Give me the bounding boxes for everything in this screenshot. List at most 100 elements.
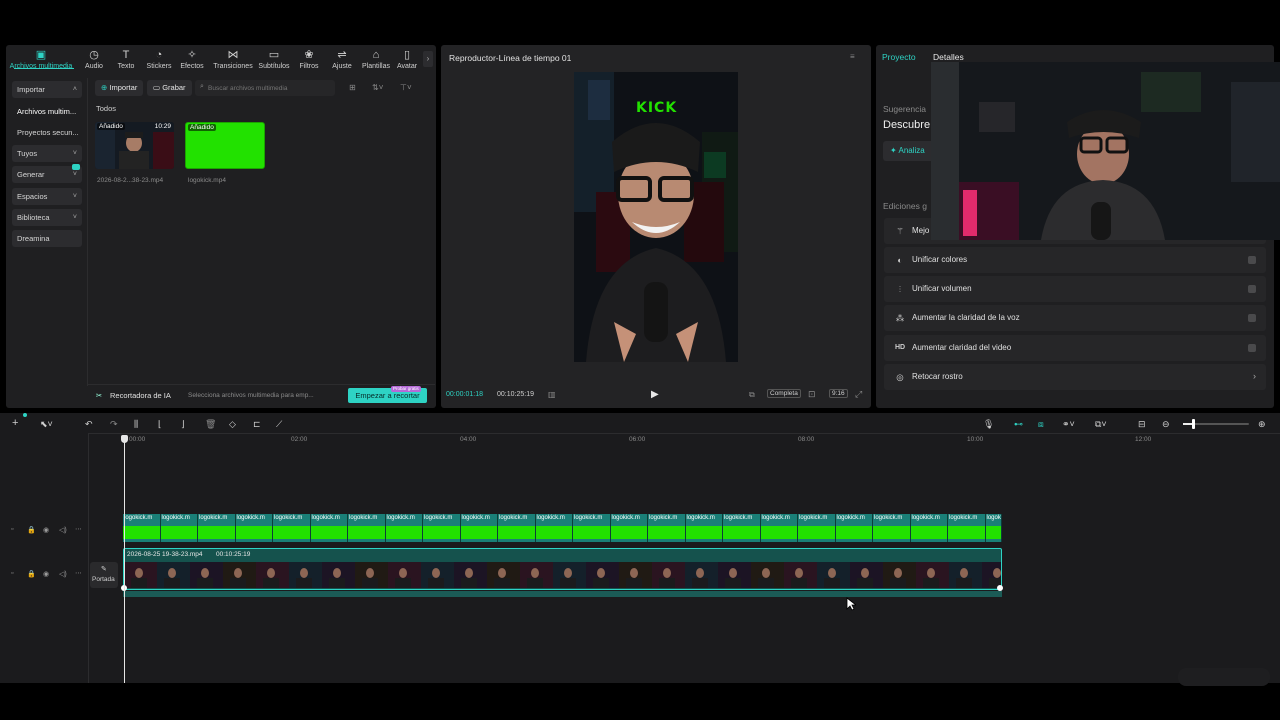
sidebar-item-spaces[interactable]: Espacios ˅ xyxy=(12,188,82,205)
grid-view-icon[interactable]: ⊞ xyxy=(349,83,356,92)
playhead[interactable] xyxy=(124,440,125,683)
snapshot-icon[interactable]: ⊡ xyxy=(808,389,816,400)
overlay-clip-segment[interactable]: logokick.m xyxy=(910,514,948,542)
eye-icon[interactable]: ◉ xyxy=(43,526,49,534)
media-thumb-logokick[interactable]: Añadido xyxy=(185,122,265,169)
media-thumb-video[interactable]: Añadido 10:29 xyxy=(95,122,174,169)
voice-clarity-row[interactable]: ⁂ Aumentar la claridad de la voz xyxy=(884,305,1266,331)
overlay-clip-segment[interactable]: logokick.m xyxy=(385,514,423,542)
voice-clarity-toggle[interactable] xyxy=(1248,314,1256,322)
search-box[interactable]: ⌕ xyxy=(195,80,335,96)
overlay-clip-segment[interactable]: logokick.m xyxy=(535,514,573,542)
record-button[interactable]: ▭ Grabar xyxy=(147,80,192,96)
tab-details[interactable]: Detalles xyxy=(933,52,964,62)
tab-media[interactable]: ▣ Archivos multimedia xyxy=(6,49,76,70)
trim-right-icon[interactable]: ⌋ xyxy=(181,419,185,430)
overlay-clip-segment[interactable]: logokick.m xyxy=(460,514,498,542)
redo-icon[interactable]: ↷ xyxy=(110,419,118,430)
overlay-clip-segment[interactable]: logokick.m xyxy=(610,514,648,542)
overlay-clip-segment[interactable]: logokick.m xyxy=(798,514,836,542)
tab-stickers[interactable]: ◔ Stickers xyxy=(141,49,177,70)
overlay-clip-segment[interactable]: logokick.m xyxy=(685,514,723,542)
overlay-clip-segment[interactable]: logokick.m xyxy=(348,514,386,542)
marker-icon[interactable]: ◇ xyxy=(229,419,236,430)
freeze-icon[interactable]: ⊏ xyxy=(253,419,261,430)
overlay-clip-segment[interactable]: logokick.m xyxy=(873,514,911,542)
snap-icon[interactable]: ⧈ xyxy=(1038,419,1044,430)
sidebar-item-import[interactable]: Importar ˄ xyxy=(12,81,82,98)
tab-project[interactable]: Proyecto xyxy=(882,52,916,62)
cover-button[interactable]: ✎ Portada xyxy=(90,562,118,588)
timeline-view-icon[interactable]: ▥ xyxy=(548,390,556,399)
quality-select[interactable]: Completa xyxy=(767,389,801,398)
tabs-scroll-right-button[interactable]: › xyxy=(423,51,433,67)
overlay-clip-segment[interactable]: logokick.m xyxy=(310,514,348,542)
more-icon[interactable]: ⋯ xyxy=(75,525,82,533)
playhead-handle[interactable] xyxy=(121,435,128,443)
sidebar-item-library[interactable]: Biblioteca ˅ xyxy=(12,209,82,226)
search-input[interactable] xyxy=(208,82,328,94)
tab-text[interactable]: T Texto xyxy=(108,49,144,70)
zoom-slider-handle[interactable] xyxy=(1192,419,1195,429)
overlay-clip-segment[interactable]: logokick.m xyxy=(948,514,986,542)
overlay-clip-segment[interactable]: logokick.m xyxy=(273,514,311,542)
video-clarity-row[interactable]: HD Aumentar claridad del video xyxy=(884,335,1266,361)
overlay-clip-segment[interactable]: logokick.m xyxy=(235,514,273,542)
unify-volume-row[interactable]: ⫶ Unificar volumen xyxy=(884,276,1266,302)
lock-icon[interactable]: 🔒 xyxy=(27,526,36,534)
aspect-ratio-select[interactable]: 9:16 xyxy=(829,389,848,398)
preview-axis-icon[interactable]: ⧉˅ xyxy=(1095,419,1107,430)
zoom-slider[interactable] xyxy=(1183,419,1249,429)
sidebar-item-yours[interactable]: Tuyos ˅ xyxy=(12,145,82,162)
sidebar-item-generate[interactable]: Generar ˅ xyxy=(12,164,82,183)
main-video-clip[interactable]: 2026-08-25 19-38-23.mp4 00:10:25:19 xyxy=(123,548,1002,590)
video-clarity-toggle[interactable] xyxy=(1248,344,1256,352)
split-icon[interactable]: ⫼ xyxy=(134,419,138,430)
tab-templates[interactable]: ⌂ Plantillas xyxy=(358,49,394,70)
overlay-clip-segment[interactable]: logokick.m xyxy=(648,514,686,542)
overlay-clip-segment[interactable]: logok xyxy=(985,514,1002,542)
unify-colors-row[interactable]: ◐ Unificar colores xyxy=(884,247,1266,273)
select-tool-icon[interactable]: ⬉˅ xyxy=(40,419,53,430)
speaker-icon[interactable]: ◁) xyxy=(59,570,67,578)
tab-filters[interactable]: ❀ Filtros xyxy=(291,49,327,70)
unify-colors-toggle[interactable] xyxy=(1248,256,1256,264)
overlay-clip-segment[interactable]: logokick.m xyxy=(498,514,536,542)
fullscreen-icon[interactable]: ⤢ xyxy=(855,389,862,400)
eye-icon[interactable]: ◉ xyxy=(43,570,49,578)
player-menu-icon[interactable]: ≡ xyxy=(850,52,855,61)
tab-subtitles[interactable]: ▭ Subtítulos xyxy=(255,49,293,70)
tab-effects[interactable]: ✧ Efectos xyxy=(174,49,210,70)
delete-icon[interactable]: 🗑 xyxy=(205,419,216,430)
lock-icon[interactable]: 🔒 xyxy=(27,570,36,578)
import-button[interactable]: ⊕ Importar xyxy=(95,80,144,96)
microphone-icon[interactable]: 🎙 xyxy=(983,419,994,430)
play-button[interactable]: ▶ xyxy=(651,389,659,400)
main-track-magnet-icon[interactable]: ⊷ xyxy=(1014,419,1023,430)
tab-transitions[interactable]: ⋈ Transiciones xyxy=(211,49,255,70)
filter-icon[interactable]: ⊤˅ xyxy=(400,83,412,92)
video-preview[interactable]: KICK xyxy=(574,72,738,362)
tab-audio[interactable]: ◷ Audio xyxy=(76,49,112,70)
trim-left-icon[interactable]: ⌊ xyxy=(158,419,162,430)
track-toggle-icon[interactable]: ▫ xyxy=(11,570,13,577)
auto-edit-icon[interactable]: ⟋ xyxy=(276,419,282,430)
zoom-out-icon[interactable]: ⊖ xyxy=(1162,419,1170,430)
overlay-clip-segment[interactable]: logokick.m xyxy=(160,514,198,542)
overlay-clip-segment[interactable]: logokick.m xyxy=(760,514,798,542)
tab-adjust[interactable]: ⇌ Ajuste xyxy=(324,49,360,70)
more-icon[interactable]: ⋯ xyxy=(75,569,82,577)
add-track-icon[interactable]: + xyxy=(12,417,18,429)
overlay-clip-segment[interactable]: logokick.m xyxy=(123,514,161,542)
unify-volume-toggle[interactable] xyxy=(1248,285,1256,293)
sidebar-item-secondary-projects[interactable]: Proyectos secun... xyxy=(12,124,82,141)
overlay-clip-segment[interactable]: logokick.m xyxy=(835,514,873,542)
sidebar-item-media-files[interactable]: Archivos multim... xyxy=(12,103,82,120)
speaker-icon[interactable]: ◁) xyxy=(59,526,67,534)
tab-avatar[interactable]: ▯ Avatar xyxy=(390,49,424,70)
sidebar-item-dreamina[interactable]: Dreamina xyxy=(12,230,82,247)
overlay-clip-segment[interactable]: logokick.m xyxy=(573,514,611,542)
face-retouch-row[interactable]: ◎ Retocar rostro › xyxy=(884,364,1266,390)
undo-icon[interactable]: ↶ xyxy=(85,419,93,430)
sort-icon[interactable]: ⇅˅ xyxy=(372,83,383,92)
